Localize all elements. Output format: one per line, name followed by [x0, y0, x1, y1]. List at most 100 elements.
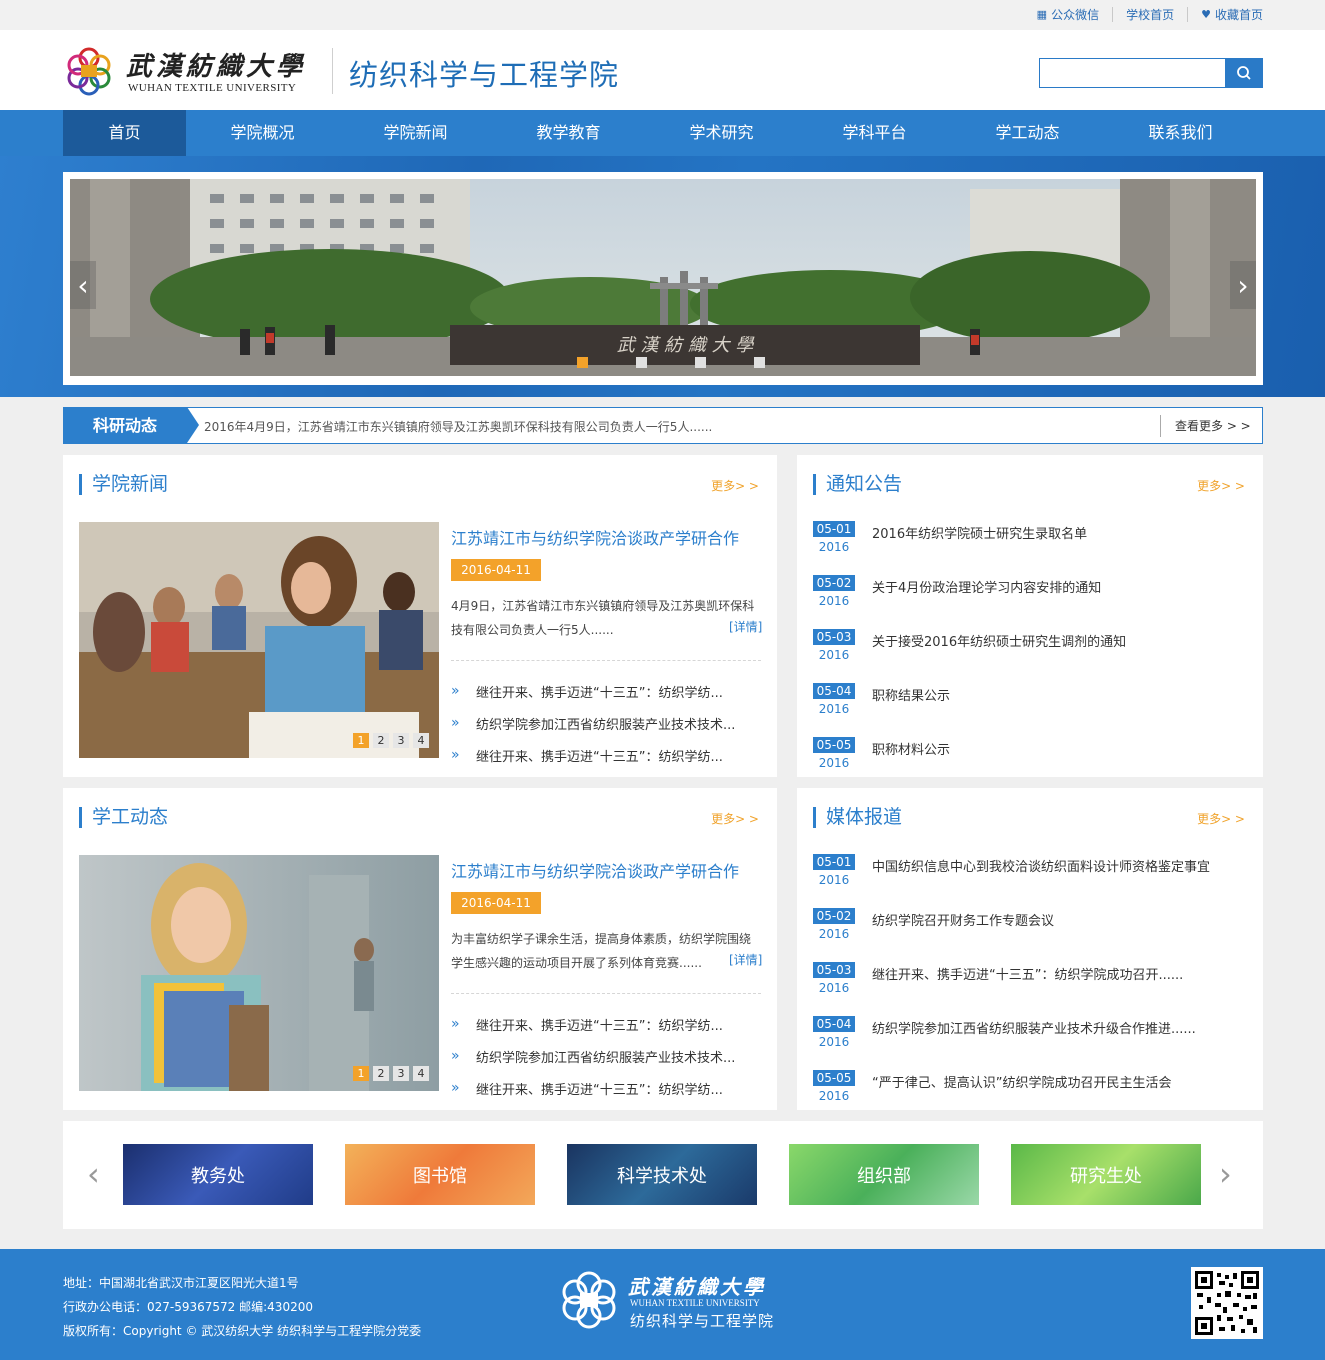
double-chevron-icon: »: [451, 683, 460, 699]
page-button[interactable]: 4: [413, 733, 429, 748]
qr-code-icon: [1195, 1271, 1259, 1335]
research-ticker: 科研动态 2016年4月9日，江苏省靖江市东兴镇镇府领导及江苏奥凯环保科技有限公…: [63, 407, 1263, 444]
nav-item-teaching[interactable]: 教学教育: [492, 110, 645, 156]
list-item[interactable]: 05-03 2016 继往开来、携手迈进“十三五”：纺织学院成功召开......: [813, 962, 1253, 1016]
panel-title: 学院新闻: [79, 474, 168, 495]
ticker-text[interactable]: 2016年4月9日，江苏省靖江市东兴镇镇府领导及江苏奥凯环保科技有限公司负责人一…: [204, 418, 712, 435]
bookmark-link[interactable]: ♥ 收藏首页: [1187, 7, 1263, 22]
page-button[interactable]: 3: [393, 733, 409, 748]
qr-icon: ▦: [1036, 8, 1048, 21]
banner-image[interactable]: 武 漢 紡 織 大 學 ‹ ›: [70, 179, 1256, 376]
student-detail-link[interactable]: [详情]: [729, 951, 762, 968]
banner-dot[interactable]: [695, 357, 706, 368]
nav-item-platform[interactable]: 学科平台: [798, 110, 951, 156]
list-item[interactable]: 05-05 2016 职称材料公示: [813, 737, 1253, 791]
footer-logo: 武漢紡織大學 WUHAN TEXTILE UNIVERSITY 纺织科学与工程学…: [556, 1267, 796, 1337]
nav-item-research[interactable]: 学术研究: [645, 110, 798, 156]
footer-address: 地址：中国湖北省武汉市江夏区阳光大道1号: [63, 1276, 299, 1290]
wechat-link[interactable]: ▦ 公众微信: [1024, 7, 1112, 22]
qr-code: [1191, 1267, 1263, 1339]
links-next-button[interactable]: ›: [1219, 1155, 1232, 1193]
page-button[interactable]: 2: [373, 733, 389, 748]
news-pager: 1 2 3 4: [353, 733, 429, 748]
list-item[interactable]: » 纺织学院参加江西省纺织服装产业技术技术...: [451, 707, 771, 739]
search-input[interactable]: [1040, 59, 1220, 87]
media-more-link[interactable]: 更多> >: [1197, 810, 1245, 827]
news-detail-link[interactable]: [详情]: [729, 618, 762, 635]
college-news-panel: 学院新闻 更多> > 1 2 3 4 江苏靖江市与纺织学院洽谈政产学研合作 20…: [63, 455, 777, 777]
link-graduate[interactable]: 研究生处: [1011, 1144, 1201, 1205]
list-item[interactable]: » 继往开来、携手迈进“十三五”：纺织学纺...: [451, 675, 771, 707]
list-item[interactable]: 05-01 2016 2016年纺织学院硕士研究生录取名单: [813, 521, 1253, 575]
link-library[interactable]: 图书馆: [345, 1144, 535, 1205]
main-nav: 首页 学院概况 学院新闻 教学教育 学术研究 学科平台 学工动态 联系我们: [0, 110, 1325, 156]
divider: [451, 993, 761, 994]
list-item[interactable]: 05-02 2016 纺织学院召开财务工作专题会议: [813, 908, 1253, 962]
double-chevron-icon: »: [451, 1080, 460, 1096]
list-item[interactable]: » 继往开来、携手迈进“十三五”：纺织学纺...: [451, 1008, 771, 1040]
news-feature-title[interactable]: 江苏靖江市与纺织学院洽谈政产学研合作: [451, 525, 739, 549]
banner-prev-button[interactable]: ‹: [70, 261, 96, 309]
list-item[interactable]: 05-01 2016 中国纺织信息中心到我校洽谈纺织面料设计师资格鉴定事宜: [813, 854, 1253, 908]
links-prev-button[interactable]: ‹: [87, 1155, 100, 1193]
notice-list: 05-01 2016 2016年纺织学院硕士研究生录取名单 05-02 2016 关于4…: [813, 521, 1253, 791]
student-feature-image[interactable]: 1 2 3 4: [79, 855, 439, 1091]
notices-more-link[interactable]: 更多> >: [1197, 477, 1245, 494]
link-science-tech[interactable]: 科学技术处: [567, 1144, 757, 1205]
news-feature-image[interactable]: 1 2 3 4: [79, 522, 439, 758]
divider: [451, 660, 761, 661]
link-organization[interactable]: 组织部: [789, 1144, 979, 1205]
list-item[interactable]: 05-04 2016 职称结果公示: [813, 683, 1253, 737]
double-chevron-icon: »: [451, 1016, 460, 1032]
top-bar: ▦ 公众微信 学校首页 ♥ 收藏首页: [0, 0, 1325, 30]
school-home-link[interactable]: 学校首页: [1112, 7, 1187, 22]
classroom-photo: [79, 522, 439, 758]
list-item[interactable]: » 继往开来、携手迈进“十三五”：纺织学纺...: [451, 739, 771, 771]
page-button[interactable]: 1: [353, 1066, 369, 1081]
nav-item-news[interactable]: 学院新闻: [339, 110, 492, 156]
gate-inscription: 武 漢 紡 織 大 學: [617, 335, 756, 356]
footer-college: 纺织科学与工程学院: [630, 1312, 775, 1330]
chevron-left-icon: ‹: [77, 268, 89, 302]
page-button[interactable]: 3: [393, 1066, 409, 1081]
university-logo-icon[interactable]: [62, 44, 116, 98]
list-item[interactable]: 05-02 2016 关于4月份政治理论学习内容安排的通知: [813, 575, 1253, 629]
college-name: 纺织科学与工程学院: [349, 58, 620, 92]
page-button[interactable]: 1: [353, 733, 369, 748]
quick-links: ‹ 教务处 图书馆 科学技术处 组织部 研究生处 ›: [63, 1121, 1263, 1229]
news-more-link[interactable]: 更多> >: [711, 477, 759, 494]
header: 武漢紡織大學 WUHAN TEXTILE UNIVERSITY 纺织科学与工程学…: [0, 30, 1325, 110]
chevron-right-icon: ›: [1219, 1155, 1232, 1193]
panel-title: 学工动态: [79, 807, 168, 828]
link-academic-affairs[interactable]: 教务处: [123, 1144, 313, 1205]
footer-university-en: WUHAN TEXTILE UNIVERSITY: [630, 1298, 760, 1308]
banner-dot[interactable]: [636, 357, 647, 368]
news-list: » 继往开来、携手迈进“十三五”：纺织学纺... » 纺织学院参加江西省纺织服装产业…: [451, 675, 771, 771]
nav-item-contact[interactable]: 联系我们: [1104, 110, 1257, 156]
nav-item-about[interactable]: 学院概况: [186, 110, 339, 156]
panel-title: 媒体报道: [813, 807, 902, 828]
student-feature-desc: 为丰富纺织学子课余生活，提高身体素质，纺织学院围绕学生感兴趣的运动项目开展了系列…: [451, 932, 752, 970]
banner-dot[interactable]: [577, 357, 588, 368]
student-pager: 1 2 3 4: [353, 1066, 429, 1081]
footer: 地址：中国湖北省武汉市江夏区阳光大道1号 行政办公电话：027-59367572…: [0, 1249, 1325, 1360]
banner-dot[interactable]: [754, 357, 765, 368]
ticker-tag: 科研动态: [63, 407, 199, 444]
student-feature-title[interactable]: 江苏靖江市与纺织学院洽谈政产学研合作: [451, 858, 739, 882]
page-button[interactable]: 4: [413, 1066, 429, 1081]
list-item[interactable]: » 继往开来、携手迈进“十三五”：纺织学纺...: [451, 1072, 771, 1104]
page-button[interactable]: 2: [373, 1066, 389, 1081]
ticker-more-link[interactable]: 查看更多 > >: [1160, 415, 1262, 437]
list-item[interactable]: 05-05 2016 “严于律己、提高认识”纺织学院成功召开民主生活会: [813, 1070, 1253, 1124]
list-item[interactable]: 05-03 2016 关于接受2016年纺织硕士研究生调剂的通知: [813, 629, 1253, 683]
student-more-link[interactable]: 更多> >: [711, 810, 759, 827]
list-item[interactable]: 05-04 2016 纺织学院参加江西省纺织服装产业技术升级合作推进......: [813, 1016, 1253, 1070]
chevron-right-icon: ›: [1237, 268, 1249, 302]
list-item[interactable]: » 纺织学院参加江西省纺织服装产业技术技术...: [451, 1040, 771, 1072]
search-box: [1039, 58, 1263, 88]
banner-next-button[interactable]: ›: [1230, 261, 1256, 309]
nav-item-home[interactable]: 首页: [63, 110, 186, 156]
footer-info: 地址：中国湖北省武汉市江夏区阳光大道1号 行政办公电话：027-59367572…: [63, 1271, 421, 1343]
nav-item-student[interactable]: 学工动态: [951, 110, 1104, 156]
search-button[interactable]: [1225, 58, 1263, 88]
